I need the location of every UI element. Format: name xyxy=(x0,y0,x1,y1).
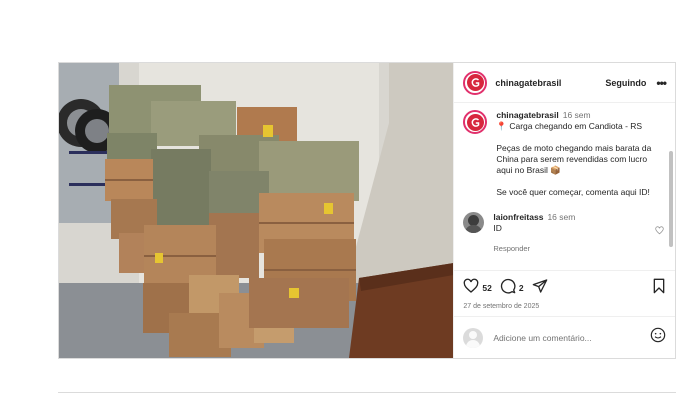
commenter-avatar[interactable] xyxy=(463,212,485,233)
comment-body: ID xyxy=(493,223,502,233)
brand-logo-icon xyxy=(466,113,484,131)
caption-text: chinagatebrasil 16 sem 📍 Carga chegando e… xyxy=(496,110,656,198)
photo-boxes-stacked xyxy=(59,63,454,358)
share-icon xyxy=(532,278,548,299)
save-button[interactable] xyxy=(652,278,666,299)
current-user-avatar xyxy=(463,327,484,348)
caption-row: chinagatebrasil 16 sem 📍 Carga chegando e… xyxy=(463,110,666,198)
feed-divider xyxy=(58,392,676,393)
caption-avatar[interactable] xyxy=(463,110,488,134)
box-emoji: 📦 xyxy=(550,165,561,175)
like-button[interactable]: 52 xyxy=(463,278,492,299)
instagram-post: chinagatebrasil Seguindo ••• chinagatebr… xyxy=(58,62,676,359)
post-image[interactable] xyxy=(59,63,454,358)
caption-paragraph-1: Peças de moto chegando mais barata da Ch… xyxy=(496,143,652,175)
brand-logo-icon xyxy=(466,74,484,91)
comment-time: 16 sem xyxy=(547,212,576,222)
more-icon[interactable]: ••• xyxy=(656,76,667,90)
comment-icon xyxy=(500,278,516,299)
emoji-icon[interactable] xyxy=(650,327,666,348)
bookmark-icon xyxy=(652,278,666,298)
comment-row: laionfreitass 16 sem ID Responder xyxy=(463,212,666,254)
comment-button[interactable]: 2 xyxy=(500,278,524,299)
comment-count[interactable]: 2 xyxy=(519,283,524,293)
caption-location: Carga chegando em Candiota - RS xyxy=(509,121,643,131)
commenter-username[interactable]: laionfreitass xyxy=(493,212,543,222)
like-comment-icon[interactable] xyxy=(655,222,664,240)
following-button[interactable]: Seguindo xyxy=(605,78,646,88)
author-avatar[interactable] xyxy=(463,70,488,95)
author-username[interactable]: chinagatebrasil xyxy=(495,78,561,88)
caption-username[interactable]: chinagatebrasil xyxy=(496,110,558,120)
comments-section[interactable]: chinagatebrasil 16 sem 📍 Carga chegando e… xyxy=(454,103,675,270)
post-header: chinagatebrasil Seguindo ••• xyxy=(454,63,675,103)
like-count[interactable]: 52 xyxy=(482,283,491,293)
heart-icon xyxy=(463,278,479,299)
share-button[interactable] xyxy=(532,278,548,299)
caption-paragraph-2: Se você quer começar, comenta aqui ID! xyxy=(496,187,650,197)
post-side-panel: chinagatebrasil Seguindo ••• chinagatebr… xyxy=(453,63,675,358)
location-pin-icon: 📍 xyxy=(496,121,507,131)
post-actions: 52 2 27 de setembro de 2025 xyxy=(454,270,675,310)
add-comment-bar: Adicione um comentário... xyxy=(454,316,675,358)
add-comment-input[interactable]: Adicione um comentário... xyxy=(493,333,591,343)
comment-text: laionfreitass 16 sem ID Responder xyxy=(493,212,653,254)
post-date[interactable]: 27 de setembro de 2025 xyxy=(463,303,666,310)
reply-button[interactable]: Responder xyxy=(493,243,653,254)
comments-scrollbar[interactable] xyxy=(669,151,673,247)
caption-time[interactable]: 16 sem xyxy=(563,110,591,120)
